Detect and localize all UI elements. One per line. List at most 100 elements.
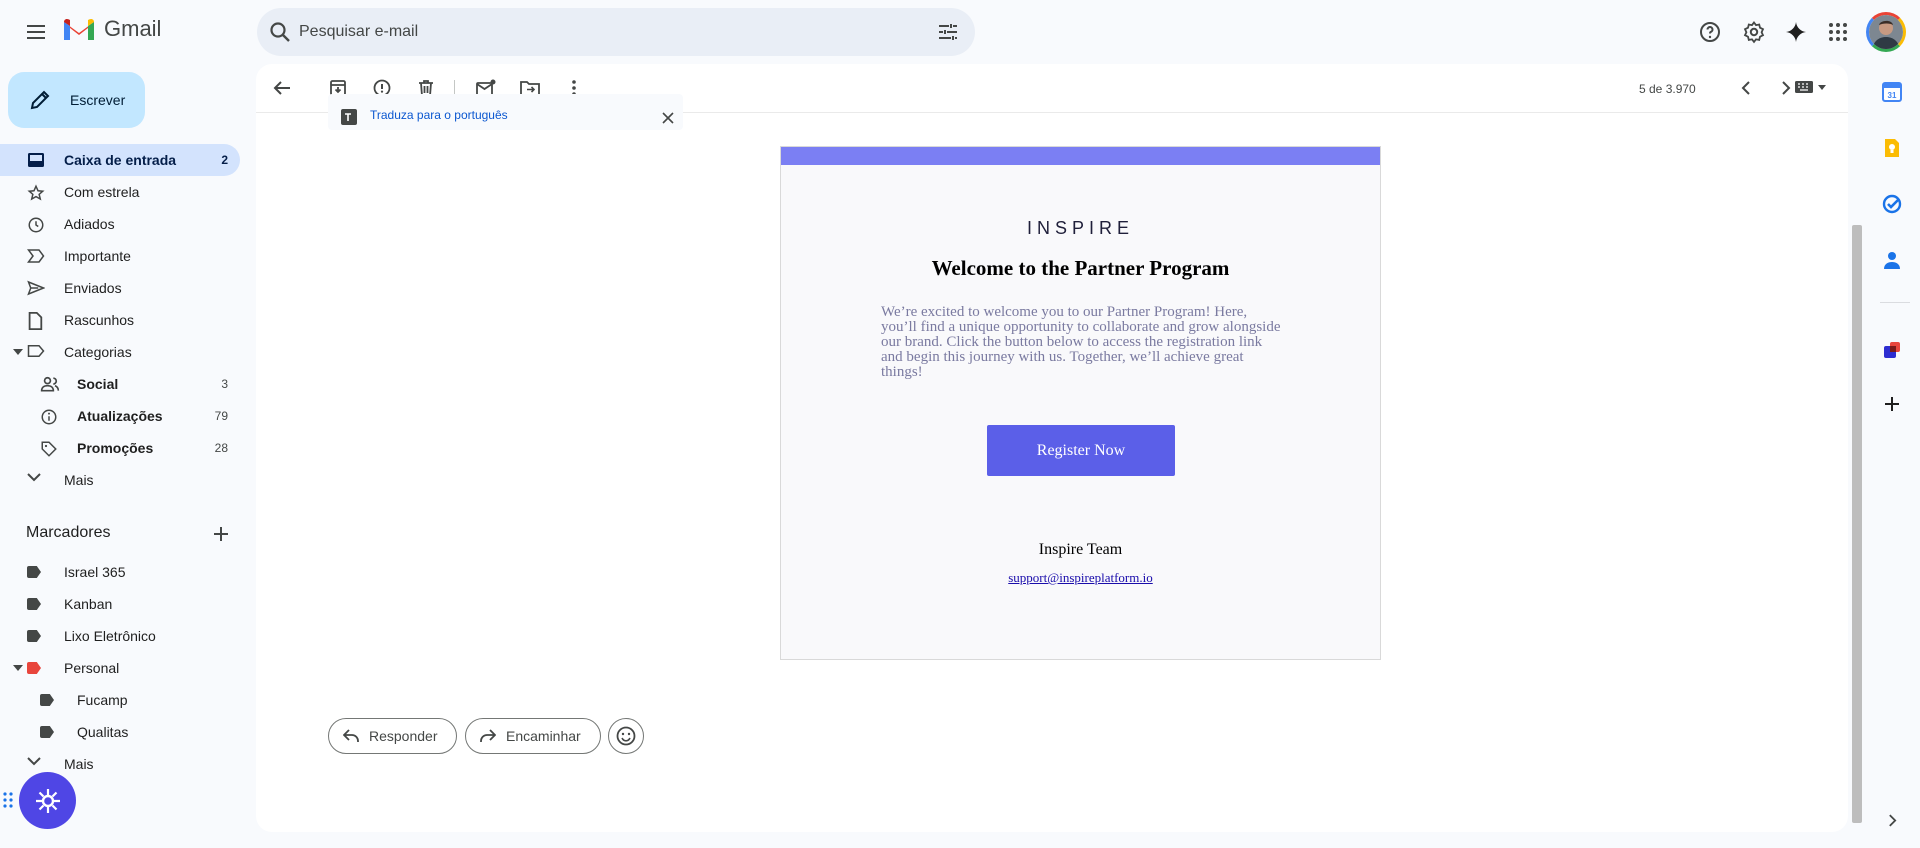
reply-label: Responder bbox=[369, 728, 438, 744]
nav-label: Rascunhos bbox=[64, 312, 135, 328]
rail-divider bbox=[1880, 302, 1910, 303]
label-name: Israel 365 bbox=[64, 564, 126, 580]
email-body-text: We’re excited to welcome you to our Part… bbox=[881, 304, 1281, 380]
label-tag-icon bbox=[40, 726, 54, 738]
nav-count: 28 bbox=[214, 441, 228, 455]
add-icon bbox=[214, 527, 228, 541]
nav-label: Atualizações bbox=[77, 408, 163, 424]
brand-logo: INSPIRE bbox=[781, 218, 1380, 239]
scrollbar-thumb[interactable] bbox=[1852, 225, 1862, 823]
gemini-icon bbox=[1786, 22, 1806, 42]
search-input[interactable] bbox=[299, 8, 879, 56]
assistant-fab[interactable] bbox=[19, 772, 76, 829]
nav-label: Categorias bbox=[64, 344, 132, 360]
get-addons-button[interactable] bbox=[1872, 384, 1912, 424]
main-menu-button[interactable] bbox=[16, 12, 56, 52]
label-name: Qualitas bbox=[77, 724, 129, 740]
nav-inbox[interactable]: Caixa de entrada 2 bbox=[0, 144, 240, 176]
help-button[interactable] bbox=[1690, 12, 1730, 52]
nav-starred[interactable]: Com estrela bbox=[0, 176, 240, 208]
apps-button[interactable] bbox=[1818, 12, 1858, 52]
close-icon[interactable] bbox=[662, 112, 674, 124]
app-name: Gmail bbox=[104, 16, 162, 41]
caret-down-icon bbox=[1818, 84, 1826, 90]
forward-button[interactable]: Encaminhar bbox=[465, 718, 601, 754]
label-name: Mais bbox=[64, 756, 94, 772]
drag-handle-icon[interactable] bbox=[3, 791, 13, 809]
input-tools-button[interactable] bbox=[1794, 80, 1826, 94]
translate-icon bbox=[341, 109, 357, 125]
avatar[interactable] bbox=[1866, 12, 1906, 52]
label-tag-icon bbox=[40, 694, 54, 706]
apps-icon bbox=[1829, 23, 1847, 41]
gmail-logo[interactable]: Gmail bbox=[62, 16, 161, 42]
show-side-panel-button[interactable] bbox=[1872, 800, 1912, 840]
translate-label[interactable]: Traduza para o português bbox=[370, 108, 508, 122]
nav-label: Adiados bbox=[64, 216, 115, 232]
nav-updates[interactable]: Atualizações 79 bbox=[0, 400, 240, 432]
tasks-button[interactable] bbox=[1872, 184, 1912, 224]
nav-count: 2 bbox=[221, 153, 228, 167]
nav-count: 3 bbox=[221, 377, 228, 391]
star-icon bbox=[27, 184, 45, 201]
reply-button[interactable]: Responder bbox=[328, 718, 457, 754]
nav-more[interactable]: Mais bbox=[0, 464, 240, 496]
keep-button[interactable] bbox=[1872, 128, 1912, 168]
nav-label: Promoções bbox=[77, 440, 154, 456]
draft-icon bbox=[28, 312, 43, 330]
nav-snoozed[interactable]: Adiados bbox=[0, 208, 240, 240]
label-qualitas[interactable]: Qualitas bbox=[0, 716, 240, 748]
pencil-icon bbox=[30, 90, 50, 110]
reply-icon bbox=[343, 729, 359, 742]
nav-sent[interactable]: Enviados bbox=[0, 272, 240, 304]
label-personal[interactable]: Personal bbox=[0, 652, 240, 684]
addon-button[interactable] bbox=[1872, 330, 1912, 370]
nav-social[interactable]: Social 3 bbox=[0, 368, 240, 400]
nav-drafts[interactable]: Rascunhos bbox=[0, 304, 240, 336]
tasks-icon bbox=[1882, 194, 1902, 214]
settings-button[interactable] bbox=[1734, 12, 1774, 52]
message-view: 5 de 3.970 Traduza para o português INSP… bbox=[256, 64, 1848, 832]
menu-icon bbox=[27, 25, 45, 39]
send-icon bbox=[27, 280, 45, 296]
newer-button[interactable] bbox=[1726, 68, 1766, 108]
chevron-right-icon bbox=[1782, 81, 1791, 95]
label-israel-365[interactable]: Israel 365 bbox=[0, 556, 240, 588]
calendar-button[interactable]: 31 bbox=[1872, 72, 1912, 112]
label-name: Fucamp bbox=[77, 692, 128, 708]
compose-button[interactable]: Escrever bbox=[8, 72, 145, 128]
label-lixo-eletronico[interactable]: Lixo Eletrônico bbox=[0, 620, 240, 652]
label-tag-icon bbox=[27, 598, 41, 610]
avatar-photo bbox=[1869, 15, 1903, 49]
tune-icon[interactable] bbox=[936, 20, 960, 44]
label-name: Kanban bbox=[64, 596, 113, 612]
contacts-button[interactable] bbox=[1872, 240, 1912, 280]
email-heading: Welcome to the Partner Program bbox=[931, 256, 1230, 280]
contacts-icon bbox=[1884, 252, 1900, 269]
svg-text:31: 31 bbox=[1888, 91, 1897, 100]
label-outline-icon bbox=[27, 345, 45, 357]
sparkle-gear-icon bbox=[35, 788, 60, 813]
nav-categories[interactable]: Categorias bbox=[0, 336, 240, 368]
help-icon bbox=[1700, 22, 1720, 42]
gemini-button[interactable] bbox=[1776, 12, 1816, 52]
label-kanban[interactable]: Kanban bbox=[0, 588, 240, 620]
nav-important[interactable]: Importante bbox=[0, 240, 240, 272]
nav-label: Enviados bbox=[64, 280, 122, 296]
translate-bar[interactable]: Traduza para o português bbox=[328, 94, 683, 130]
add-icon bbox=[1885, 397, 1899, 411]
emoji-reaction-button[interactable] bbox=[608, 718, 644, 754]
back-button[interactable] bbox=[262, 68, 302, 108]
caret-down-icon bbox=[13, 349, 23, 355]
label-fucamp[interactable]: Fucamp bbox=[0, 684, 240, 716]
emoji-icon bbox=[616, 726, 636, 746]
search-icon[interactable] bbox=[268, 20, 292, 44]
nav-promotions[interactable]: Promoções 28 bbox=[0, 432, 240, 464]
gmail-m-icon bbox=[64, 18, 94, 40]
label-tag-icon bbox=[27, 662, 41, 674]
add-label-button[interactable] bbox=[201, 514, 241, 554]
register-now-button[interactable]: Register Now bbox=[987, 425, 1175, 476]
pagination-label: 5 de 3.970 bbox=[1639, 82, 1696, 96]
support-email-link[interactable]: support@inspireplatform.io bbox=[781, 570, 1380, 586]
search-bar[interactable] bbox=[257, 8, 975, 56]
